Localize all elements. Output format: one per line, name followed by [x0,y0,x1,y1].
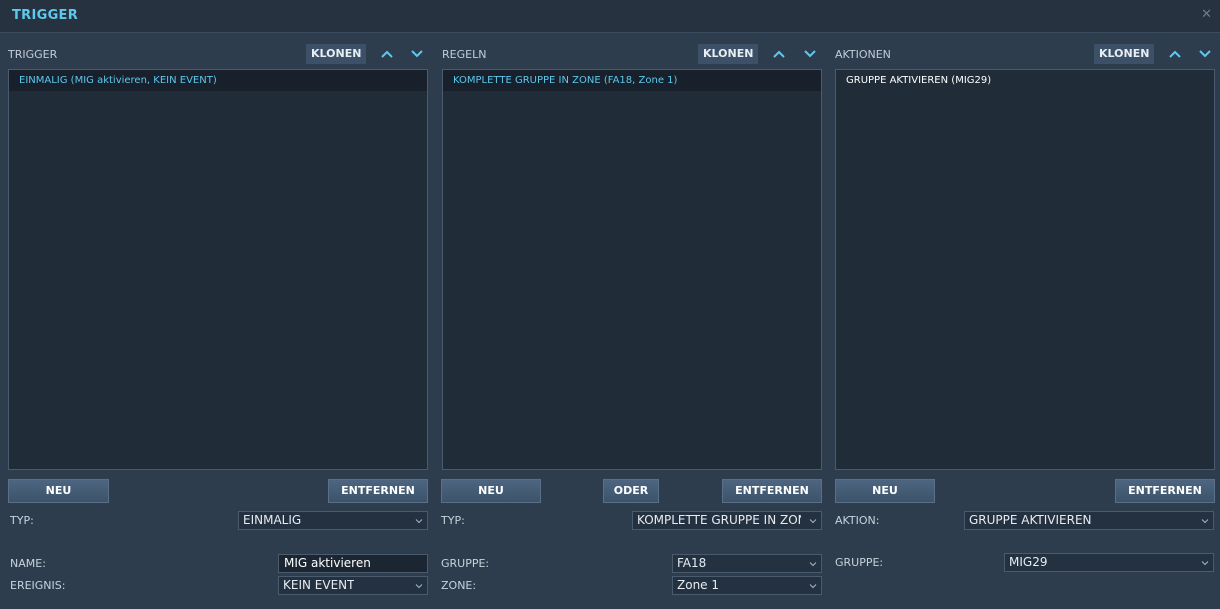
trigger-type-select[interactable]: EINMALIG [238,511,428,530]
list-item[interactable]: EINMALIG (MIG aktivieren, KEIN EVENT) [9,70,427,91]
triggers-move-up-icon[interactable] [377,44,397,64]
triggers-header: TRIGGER [8,48,58,61]
list-item[interactable]: KOMPLETTE GRUPPE IN ZONE (FA18, Zone 1) [443,70,821,91]
rules-list[interactable]: KOMPLETTE GRUPPE IN ZONE (FA18, Zone 1) [442,69,822,470]
rules-remove-button[interactable]: ENTFERNEN [722,479,822,503]
chevron-down-icon [415,519,423,524]
chevron-down-icon [809,562,817,567]
chevron-down-icon [415,584,423,589]
action-type-value: GRUPPE AKTIVIEREN [969,513,1092,527]
actions-move-up-icon[interactable] [1165,44,1185,64]
triggers-list[interactable]: EINMALIG (MIG aktivieren, KEIN EVENT) [8,69,428,470]
actions-new-button[interactable]: NEU [835,479,935,503]
chevron-down-icon [1201,519,1209,524]
rule-zone-value: Zone 1 [677,578,719,592]
rule-zone-select[interactable]: Zone 1 [672,576,822,595]
chevron-down-icon [809,519,817,524]
actions-move-down-icon[interactable] [1195,44,1215,64]
trigger-event-value: KEIN EVENT [283,578,355,592]
triggers-move-down-icon[interactable] [407,44,427,64]
rule-zone-label: ZONE: [441,579,477,592]
list-item[interactable]: GRUPPE AKTIVIEREN (MIG29) [836,70,1214,91]
triggers-remove-button[interactable]: ENTFERNEN [328,479,428,503]
rules-clone-button[interactable]: KLONEN [698,44,759,64]
close-icon[interactable]: ✕ [1201,7,1212,22]
rule-type-select[interactable]: KOMPLETTE GRUPPE IN ZONE [632,511,822,530]
trigger-name-label: NAME: [10,557,46,570]
actions-header: AKTIONEN [835,48,891,61]
action-group-select[interactable]: MIG29 [1004,553,1214,572]
triggers-new-button[interactable]: NEU [8,479,109,503]
action-type-select[interactable]: GRUPPE AKTIVIEREN [964,511,1214,530]
action-group-value: MIG29 [1009,555,1048,569]
action-group-label: GRUPPE: [835,556,884,569]
title-bar: TRIGGER ✕ [0,0,1220,33]
rule-type-label: TYP: [441,514,465,527]
trigger-type-value: EINMALIG [243,513,302,527]
rules-header: REGELN [442,48,487,61]
actions-list[interactable]: GRUPPE AKTIVIEREN (MIG29) [835,69,1215,470]
actions-remove-button[interactable]: ENTFERNEN [1115,479,1215,503]
rules-or-button[interactable]: ODER [603,479,659,503]
rule-group-select[interactable]: FA18 [672,554,822,573]
window-title: TRIGGER [12,8,79,23]
triggers-clone-button[interactable]: KLONEN [306,44,367,64]
trigger-name-field[interactable]: MIG aktivieren [278,554,428,573]
trigger-type-label: TYP: [10,514,34,527]
rule-type-value: KOMPLETTE GRUPPE IN ZONE [637,513,801,527]
rules-new-button[interactable]: NEU [441,479,541,503]
rules-move-up-icon[interactable] [769,44,789,64]
chevron-down-icon [809,584,817,589]
trigger-event-select[interactable]: KEIN EVENT [278,576,428,595]
action-type-label: AKTION: [835,514,880,527]
rule-group-value: FA18 [677,556,707,570]
actions-clone-button[interactable]: KLONEN [1094,44,1155,64]
rules-move-down-icon[interactable] [800,44,820,64]
rule-group-label: GRUPPE: [441,557,490,570]
trigger-event-label: EREIGNIS: [10,579,66,592]
chevron-down-icon [1201,561,1209,566]
